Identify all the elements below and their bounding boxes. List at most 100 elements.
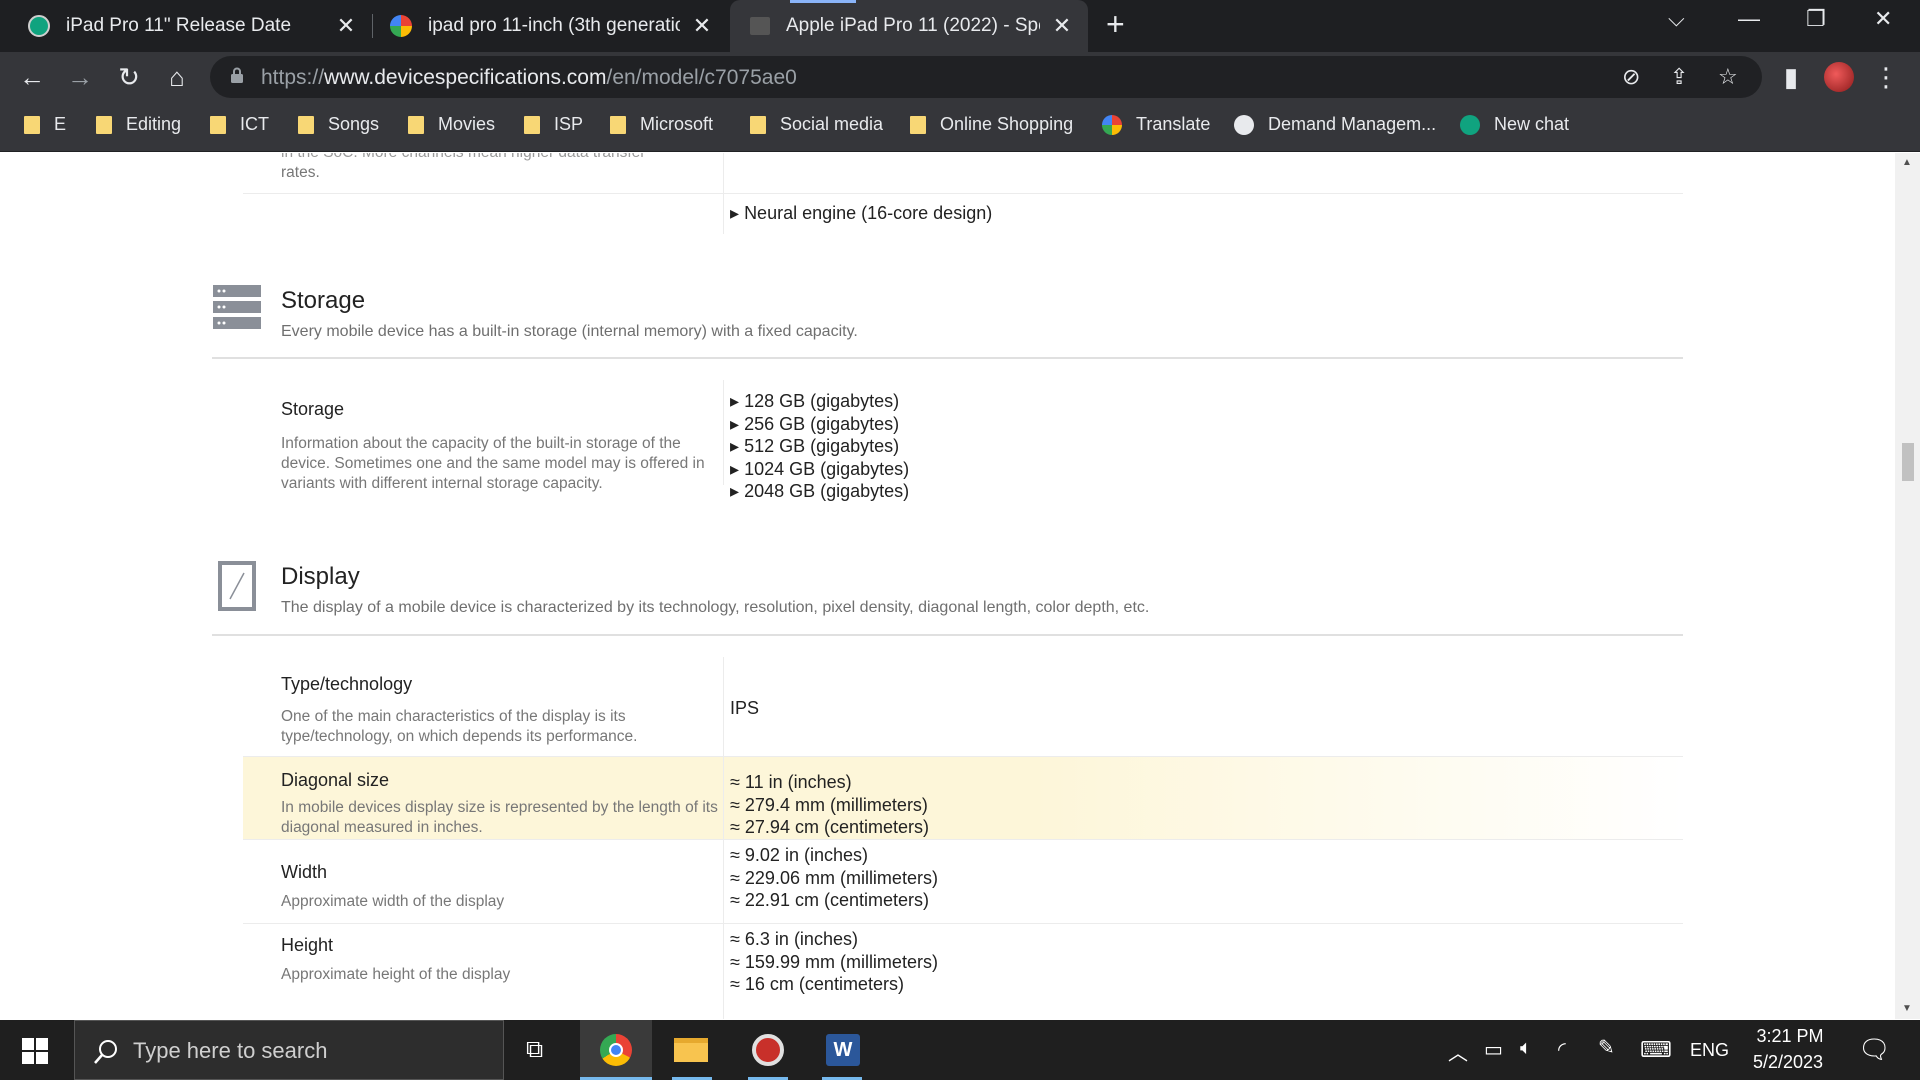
- row-value-item: ▸ 512 GB (gigabytes): [730, 436, 900, 456]
- row-value: Neural engine (16-core design): [744, 203, 993, 223]
- folder-icon: [298, 115, 314, 134]
- spec-row-width: Width Approximate width of the display ≈…: [243, 840, 1683, 924]
- side-panel-icon[interactable]: ▮: [1775, 62, 1807, 93]
- approx-icon: ≈: [730, 974, 740, 994]
- tab-search-chevron-icon[interactable]: ⌵: [1668, 6, 1685, 32]
- bookmark-new-chat[interactable]: New chat: [1460, 114, 1569, 135]
- bookmark-folder-ict[interactable]: ICT: [210, 114, 269, 135]
- wifi-icon[interactable]: ◜: [1558, 1037, 1566, 1062]
- lock-icon[interactable]: [230, 67, 244, 83]
- row-divider: [723, 380, 724, 485]
- battery-icon[interactable]: ▭: [1484, 1037, 1503, 1062]
- bookmark-label: E: [54, 114, 67, 134]
- row-help: Information about the capacity of the bu…: [281, 435, 705, 492]
- tab-google-search[interactable]: ipad pro 11-inch (3th generation ✕: [374, 0, 728, 52]
- tab-apple-ipad-specs[interactable]: Apple iPad Pro 11 (2022) - Specif ✕: [730, 0, 1088, 52]
- tab-ipad-release-date[interactable]: iPad Pro 11" Release Date ✕: [0, 0, 372, 52]
- hidden-icons-chevron-icon[interactable]: ︿: [1448, 1037, 1468, 1066]
- folder-icon: [408, 115, 424, 134]
- bookmark-folder-movies[interactable]: Movies: [408, 114, 495, 135]
- bookmark-folder-songs[interactable]: Songs: [298, 114, 379, 135]
- pen-icon[interactable]: ✎: [1598, 1035, 1615, 1060]
- bookmark-label: Online Shopping: [940, 114, 1074, 134]
- word-icon: W: [826, 1034, 860, 1066]
- notifications-icon[interactable]: 🗨︎: [1858, 1034, 1891, 1065]
- row-value-item: ≈ 229.06 mm (millimeters): [730, 867, 938, 888]
- chrome-taskbar-button[interactable]: [580, 1020, 652, 1080]
- word-taskbar-button[interactable]: W: [806, 1020, 878, 1080]
- window-close-button[interactable]: ✕: [1874, 6, 1892, 32]
- folder-icon: [910, 115, 926, 134]
- row-help: in the SoC. More channels mean higher da…: [281, 153, 711, 163]
- section-title: Display: [281, 563, 360, 590]
- google-icon: [390, 15, 412, 37]
- row-help: In mobile devices display size is repres…: [281, 799, 718, 836]
- spec-row-type-technology: Type/technology One of the main characte…: [243, 657, 1683, 757]
- bookmark-folder-isp[interactable]: ISP: [524, 114, 583, 135]
- folder-icon: [524, 115, 540, 134]
- home-icon[interactable]: ⌂: [161, 62, 193, 93]
- close-icon[interactable]: ✕: [692, 13, 712, 39]
- loading-indicator: [790, 0, 856, 3]
- bookmark-label: Demand Managem...: [1268, 114, 1437, 134]
- volume-icon[interactable]: 🔈︎: [1520, 1037, 1532, 1060]
- row-label: Width: [281, 862, 328, 882]
- media-player-taskbar-button[interactable]: [732, 1020, 804, 1080]
- reload-icon[interactable]: ↻: [113, 62, 145, 93]
- share-icon[interactable]: ⇪: [1670, 64, 1688, 90]
- row-label: Diagonal size: [281, 770, 390, 790]
- clock-time[interactable]: 3:21 PM: [1752, 1026, 1828, 1047]
- keyboard-icon[interactable]: ⌨: [1640, 1037, 1672, 1063]
- chrome-icon-center: [609, 1043, 623, 1057]
- forward-arrow-icon[interactable]: →: [64, 62, 96, 93]
- back-arrow-icon[interactable]: ←: [16, 62, 48, 93]
- bookmark-folder-e[interactable]: E: [24, 114, 66, 135]
- close-icon[interactable]: ✕: [1052, 13, 1072, 39]
- bookmark-label: Editing: [126, 114, 182, 134]
- menu-kebab-icon[interactable]: ⋮: [1870, 62, 1902, 93]
- scroll-up-arrow-icon[interactable]: ▲: [1902, 157, 1912, 168]
- bookmark-label: Social media: [780, 114, 884, 134]
- windows-start-icon[interactable]: [22, 1038, 48, 1064]
- close-icon[interactable]: ✕: [336, 13, 356, 39]
- display-icon: [218, 561, 256, 611]
- page-scrollbar[interactable]: ▲ ▼: [1895, 153, 1920, 1019]
- tab-title: Apple iPad Pro 11 (2022) - Specif: [786, 15, 1040, 36]
- minimize-button[interactable]: —: [1738, 6, 1760, 32]
- bookmark-folder-editing[interactable]: Editing: [96, 114, 181, 135]
- address-bar[interactable]: https://www.devicespecifications.com/en/…: [210, 56, 1762, 98]
- approx-icon: ≈: [730, 867, 740, 888]
- row-value-item: ≈ 11 in (inches): [730, 772, 852, 792]
- bookmark-demand-management[interactable]: Demand Managem...: [1234, 114, 1436, 135]
- file-explorer-taskbar-button[interactable]: [656, 1020, 728, 1080]
- eye-slash-icon[interactable]: ⊘: [1622, 64, 1640, 90]
- profile-avatar[interactable]: [1824, 62, 1854, 92]
- language-indicator[interactable]: ENG: [1690, 1040, 1729, 1061]
- row-divider: [723, 757, 724, 839]
- bookmark-label: Songs: [328, 114, 380, 134]
- bookmark-translate[interactable]: Translate: [1102, 114, 1210, 135]
- new-tab-button[interactable]: +: [1106, 6, 1125, 43]
- folder-icon: [750, 115, 766, 134]
- bookmark-label: ICT: [240, 114, 269, 134]
- bullet-icon: ▸: [730, 413, 740, 434]
- bookmark-star-icon[interactable]: ☆: [1718, 64, 1738, 90]
- bookmark-folder-microsoft[interactable]: Microsoft: [610, 114, 713, 135]
- taskbar-search-box[interactable]: Type here to search: [74, 1020, 504, 1080]
- clock-date[interactable]: 5/2/2023: [1748, 1052, 1828, 1073]
- row-label: Type/technology: [281, 674, 413, 694]
- bookmarks-bar: E Editing ICT Songs Movies ISP Microsoft…: [0, 102, 1920, 152]
- row-value: IPS: [730, 698, 760, 718]
- folder-icon: [24, 115, 40, 134]
- bookmark-folder-social-media[interactable]: Social media: [750, 114, 883, 135]
- approx-icon: ≈: [730, 772, 740, 792]
- task-view-icon[interactable]: ⧉: [526, 1036, 543, 1064]
- section-header-display: Display The display of a mobile device i…: [212, 559, 1683, 636]
- row-values: ≈ 9.02 in (inches) ≈ 229.06 mm (millimet…: [730, 844, 938, 912]
- bookmark-folder-online-shopping[interactable]: Online Shopping: [910, 114, 1073, 135]
- row-value-item: ≈ 9.02 in (inches): [730, 845, 868, 865]
- bullet-icon: ▸: [730, 458, 740, 479]
- scroll-down-arrow-icon[interactable]: ▼: [1902, 1003, 1912, 1014]
- scrollbar-thumb[interactable]: [1902, 443, 1914, 481]
- restore-button[interactable]: ❐: [1806, 6, 1826, 32]
